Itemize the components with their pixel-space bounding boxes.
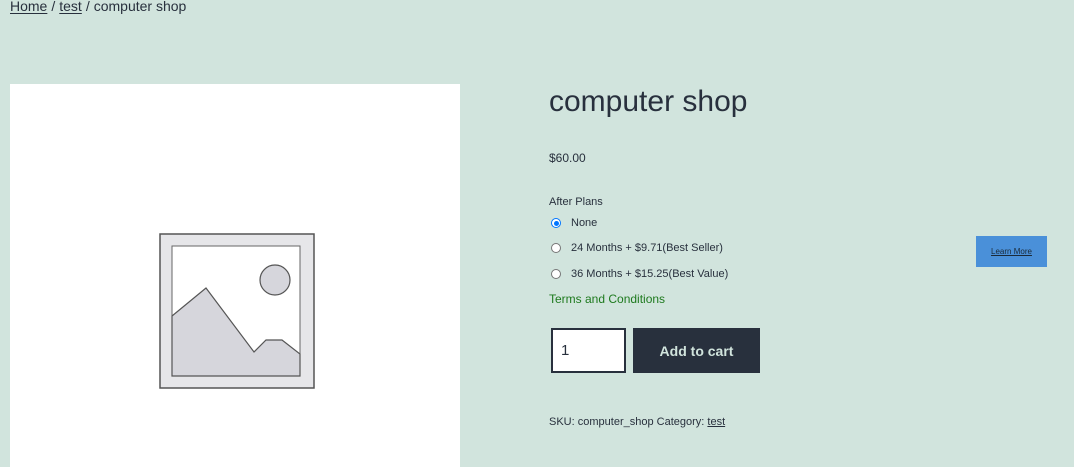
breadcrumb-home-link[interactable]: Home	[10, 0, 47, 14]
learn-more-button[interactable]: Learn More	[976, 236, 1047, 267]
breadcrumb-separator: /	[51, 0, 56, 14]
breadcrumb-separator: /	[85, 0, 90, 14]
breadcrumb: Home / test / computer shop	[10, 0, 186, 16]
product-price: $60.00	[549, 151, 586, 165]
product-meta: SKU: computer_shop Category: test	[549, 414, 725, 430]
plan-option-none[interactable]: None	[551, 214, 597, 232]
plan-radio-24-months[interactable]	[551, 243, 561, 253]
image-placeholder-icon	[159, 233, 315, 389]
sku-label: SKU:	[549, 416, 575, 428]
product-image[interactable]	[10, 84, 460, 467]
product-page: Home / test / computer shop computer shop $6…	[0, 0, 1074, 467]
plan-radio-36-months[interactable]	[551, 269, 561, 279]
add-to-cart-button[interactable]: Add to cart	[633, 328, 760, 373]
plan-radio-none[interactable]	[551, 218, 561, 228]
plan-label: None	[571, 217, 598, 229]
terms-and-conditions-link[interactable]: Terms and Conditions	[549, 292, 665, 306]
plan-label: 24 Months + $9.71(Best Seller)	[571, 242, 723, 254]
plan-label: 36 Months + $15.25(Best Value)	[571, 268, 729, 280]
category-label: Category:	[656, 416, 705, 428]
category-link[interactable]: test	[707, 416, 725, 428]
breadcrumb-current: computer shop	[93, 0, 187, 14]
breadcrumb-category-link[interactable]: test	[59, 0, 82, 14]
quantity-input[interactable]	[551, 328, 626, 373]
plans-label: After Plans	[549, 196, 603, 208]
sku-value: computer_shop	[577, 416, 654, 428]
product-title: computer shop	[549, 85, 748, 118]
plan-option-24-months[interactable]: 24 Months + $9.71(Best Seller)	[551, 239, 723, 257]
plan-option-36-months[interactable]: 36 Months + $15.25(Best Value)	[551, 265, 728, 283]
